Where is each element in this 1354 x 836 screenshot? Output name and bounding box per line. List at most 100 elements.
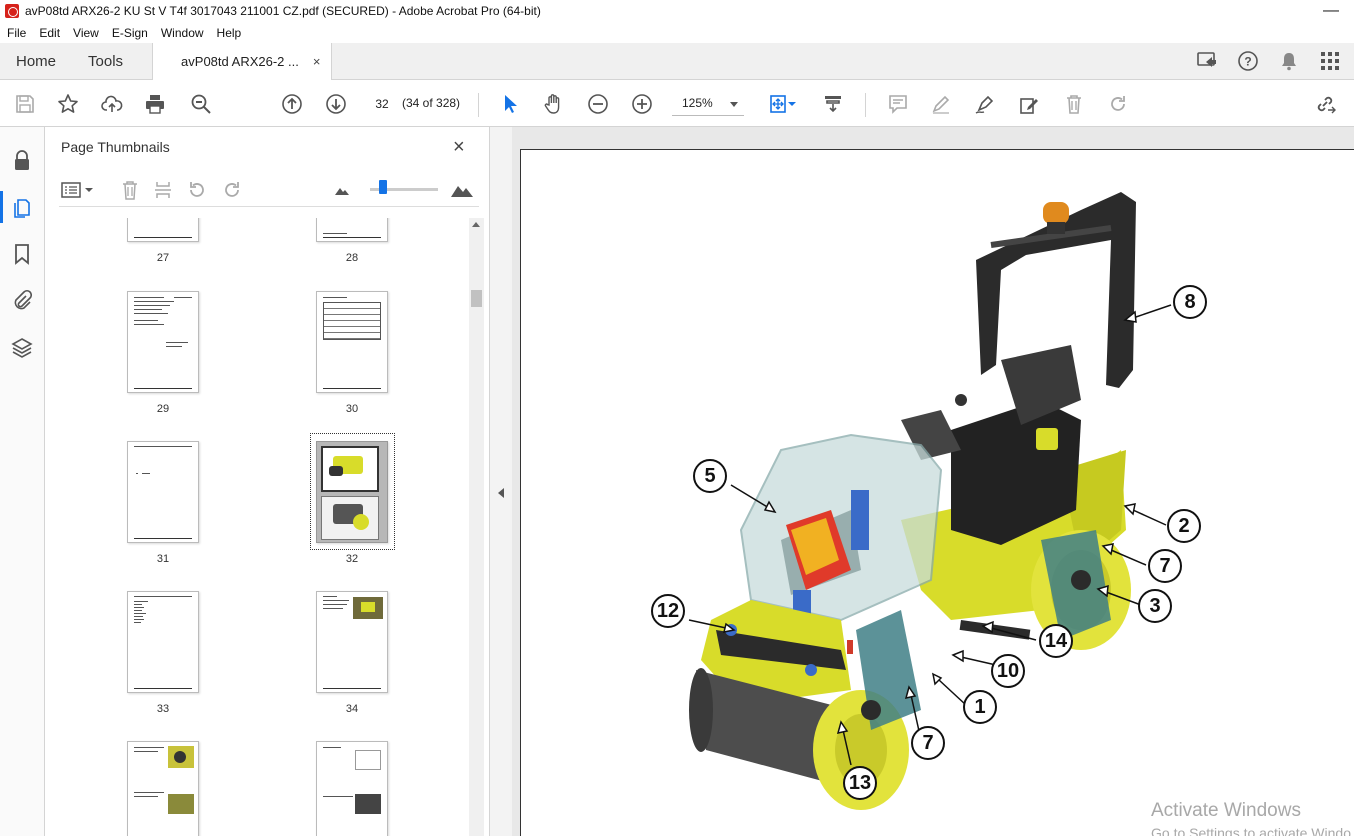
callout-14: 14: [1039, 624, 1073, 658]
page-number-input[interactable]: 32: [368, 92, 396, 116]
menu-edit[interactable]: Edit: [32, 26, 66, 40]
thumbnail-label: 29: [156, 403, 170, 415]
activate-windows-watermark: Activate Windows Go to Settings to activ…: [1151, 800, 1351, 836]
apps-grid-icon[interactable]: [1317, 49, 1342, 74]
zoom-out-icon[interactable]: [585, 91, 611, 117]
thumbnail-label: 31: [156, 553, 170, 565]
zoom-out-magnifier-icon[interactable]: [188, 91, 214, 117]
bookmark-icon[interactable]: [10, 242, 34, 266]
next-page-icon[interactable]: [323, 91, 349, 117]
document-viewport[interactable]: 8 5 2 7 3 12 14 10 1 7 13 Activate Windo…: [512, 127, 1354, 836]
menu-view[interactable]: View: [66, 26, 105, 40]
tab-document-label: avP08td ARX26-2 ...: [181, 54, 299, 69]
share-link-icon[interactable]: [1312, 91, 1338, 117]
tab-document[interactable]: avP08td ARX26-2 ... ×: [152, 43, 333, 80]
select-arrow-icon[interactable]: [497, 91, 523, 117]
bell-icon[interactable]: [1276, 49, 1301, 74]
delete-page-icon[interactable]: [117, 177, 143, 203]
redo-icon[interactable]: [1105, 91, 1131, 117]
collapse-panel-arrow-icon[interactable]: [498, 488, 504, 498]
highlight-pen-icon[interactable]: [928, 91, 954, 117]
thumbnail-page-35[interactable]: [127, 741, 199, 836]
callout-7-rear: 7: [1148, 549, 1182, 583]
thumbnail-label: 34: [345, 703, 359, 715]
star-icon[interactable]: [55, 91, 81, 117]
thumbnail-page-31[interactable]: [127, 441, 199, 543]
tab-tools[interactable]: Tools: [72, 43, 152, 79]
page-count-label: (34 of 328): [402, 96, 461, 110]
upload-cloud-icon[interactable]: [99, 91, 125, 117]
callout-1: 1: [963, 690, 997, 724]
layers-icon[interactable]: [10, 335, 34, 359]
zoom-level-select[interactable]: 125%: [672, 92, 744, 116]
page-thumbnails-panel: Page Thumbnails × 27 28 29 30 31 32 33 3…: [45, 127, 490, 836]
thumbnail-page-30[interactable]: [316, 291, 388, 393]
rotate-right-icon[interactable]: [219, 177, 245, 203]
scrollbar-thumb[interactable]: [471, 290, 482, 307]
tab-close-icon[interactable]: ×: [313, 54, 321, 69]
share-screen-icon[interactable]: [1194, 49, 1219, 74]
tab-home[interactable]: Home: [0, 43, 72, 79]
watermark-line2: Go to Settings to activate Windo: [1151, 825, 1351, 836]
tab-right-tools: ?: [1194, 43, 1354, 79]
watermark-line1: Activate Windows: [1151, 800, 1301, 821]
callout-8: 8: [1173, 285, 1207, 319]
window-title: avP08td ARX26-2 KU St V T4f 3017043 2110…: [25, 4, 541, 18]
callout-10: 10: [991, 654, 1025, 688]
left-navigation-rail: [0, 127, 45, 836]
thumbnail-label: 27: [156, 252, 170, 264]
chevron-down-icon: [730, 102, 738, 107]
mountain-small-icon[interactable]: [329, 177, 355, 203]
mountain-large-icon[interactable]: [449, 177, 475, 203]
lock-icon[interactable]: [10, 149, 34, 173]
thumbnail-page-32[interactable]: [316, 441, 388, 543]
thumbnail-size-slider-handle[interactable]: [379, 180, 387, 194]
thumbnail-label: 28: [345, 252, 359, 264]
thumbnail-page-27[interactable]: [127, 218, 199, 242]
save-icon[interactable]: [12, 91, 38, 117]
zoom-in-icon[interactable]: [629, 91, 655, 117]
thumbnail-list[interactable]: 27 28 29 30 31 32 33 34: [59, 218, 469, 836]
thumbnail-scrollbar[interactable]: [469, 218, 484, 836]
fit-options-chevron-icon[interactable]: [786, 91, 798, 117]
delete-trash-icon[interactable]: [1061, 91, 1087, 117]
tab-bar: Home Tools avP08td ARX26-2 ... × ?: [0, 43, 1354, 80]
comment-icon[interactable]: [885, 91, 911, 117]
callout-5: 5: [693, 459, 727, 493]
thumbnail-options-menu-icon[interactable]: [59, 177, 97, 203]
zoom-level-value: 125%: [682, 96, 713, 110]
menu-help[interactable]: Help: [210, 26, 248, 40]
callout-13: 13: [843, 766, 877, 800]
thumbnail-page-34[interactable]: [316, 591, 388, 693]
thumbnail-page-33[interactable]: [127, 591, 199, 693]
title-bar: avP08td ARX26-2 KU St V T4f 3017043 2110…: [0, 0, 1354, 22]
menu-esign[interactable]: E-Sign: [105, 26, 154, 40]
pdf-page: 8 5 2 7 3 12 14 10 1 7 13 Activate Windo…: [520, 149, 1354, 836]
panel-splitter[interactable]: [490, 127, 512, 836]
toolbar-divider: [478, 93, 479, 117]
scroll-up-arrow-icon[interactable]: [472, 222, 480, 227]
callout-7-front: 7: [911, 726, 945, 760]
help-icon[interactable]: ?: [1235, 49, 1260, 74]
menu-file[interactable]: File: [0, 26, 32, 40]
thumbnail-page-36[interactable]: [316, 741, 388, 836]
thumbnail-page-28[interactable]: [316, 218, 388, 242]
panel-close-icon[interactable]: ×: [453, 136, 465, 159]
menu-window[interactable]: Window: [154, 26, 210, 40]
toolbar-divider: [865, 93, 866, 117]
print-icon[interactable]: [142, 91, 168, 117]
page-thumbnails-icon[interactable]: [0, 191, 34, 223]
thumbnail-page-29[interactable]: [127, 291, 199, 393]
stamp-edit-icon[interactable]: [1016, 91, 1042, 117]
attachment-paperclip-icon[interactable]: [10, 288, 34, 312]
draw-sign-icon[interactable]: [972, 91, 998, 117]
scroll-mode-icon[interactable]: [820, 91, 846, 117]
rotate-left-icon[interactable]: [184, 177, 210, 203]
thumbnail-label: 32: [345, 553, 359, 565]
main-toolbar: 32 (34 of 328) 125%: [0, 81, 1354, 127]
previous-page-icon[interactable]: [279, 91, 305, 117]
extract-pages-icon[interactable]: [150, 177, 176, 203]
callout-3: 3: [1138, 589, 1172, 623]
minimize-button[interactable]: —: [1308, 2, 1354, 20]
hand-tool-icon[interactable]: [541, 91, 567, 117]
